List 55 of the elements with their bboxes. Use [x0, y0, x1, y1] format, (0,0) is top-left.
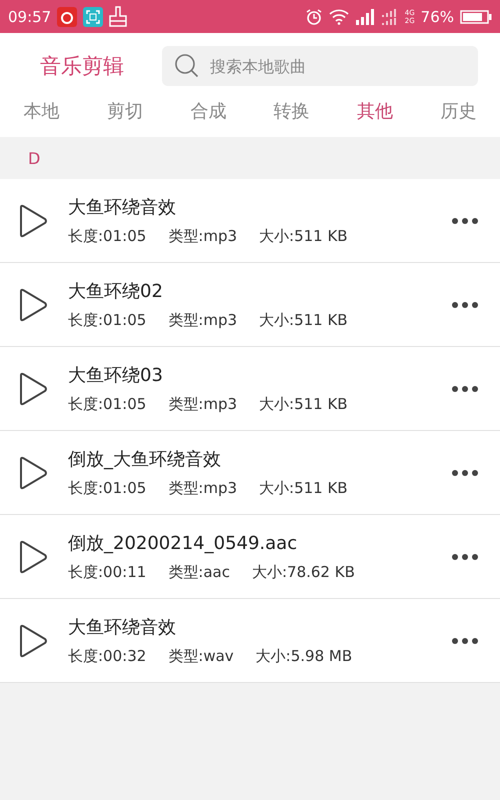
song-title: 大鱼环绕音效: [68, 616, 177, 639]
song-length: 长度:01:05: [68, 227, 146, 246]
brush-icon: [109, 6, 128, 28]
song-type: 类型:mp3: [168, 311, 238, 330]
tab[interactable]: 其他: [356, 99, 393, 129]
signal-icon: [380, 8, 399, 24]
song-type: 类型:mp3: [168, 227, 238, 246]
tab[interactable]: 剪切: [106, 99, 143, 129]
wifi-icon: [328, 8, 349, 24]
play-icon[interactable]: [18, 624, 48, 658]
play-icon[interactable]: [18, 456, 48, 490]
song-type: 类型:aac: [168, 563, 230, 582]
song-type: 类型:wav: [168, 647, 234, 666]
song-row[interactable]: 大鱼环绕02 长度:01:05 类型:mp3 大小:511 KB: [0, 263, 500, 347]
song-type: 类型:mp3: [168, 479, 238, 498]
tab[interactable]: 转换: [274, 99, 310, 129]
song-size: 大小:511 KB: [259, 227, 348, 246]
song-row[interactable]: 大鱼环绕音效 长度:01:05 类型:mp3 大小:511 KB: [0, 179, 500, 263]
song-title: 倒放_20200214_0549.aac: [68, 532, 298, 555]
song-row[interactable]: 大鱼环绕音效 长度:00:32 类型:wav 大小:5.98 MB: [0, 599, 500, 683]
song-title: 大鱼环绕音效: [68, 196, 177, 219]
song-type: 类型:mp3: [168, 395, 238, 414]
tab[interactable]: 本地: [24, 99, 60, 129]
song-size: 大小:5.98 MB: [256, 647, 352, 666]
tab[interactable]: 合成: [190, 99, 226, 129]
alarm-icon: [304, 8, 323, 26]
song-row[interactable]: 大鱼环绕03 长度:01:05 类型:mp3 大小:511 KB: [0, 347, 500, 431]
song-size: 大小:78.62 KB: [252, 563, 355, 582]
song-length: 长度:01:05: [68, 479, 146, 498]
song-size: 大小:511 KB: [259, 395, 348, 414]
battery-icon: [460, 10, 492, 24]
search-field[interactable]: 搜索本地歌曲: [162, 46, 478, 86]
song-row[interactable]: 倒放_大鱼环绕音效 长度:01:05 类型:mp3 大小:511 KB: [0, 431, 500, 515]
play-icon[interactable]: [18, 540, 48, 574]
song-size: 大小:511 KB: [259, 311, 348, 330]
play-icon[interactable]: [18, 204, 48, 238]
song-length: 长度:01:05: [68, 395, 146, 414]
play-icon[interactable]: [18, 372, 48, 406]
tab[interactable]: 历史: [440, 99, 476, 129]
app-title: 音乐剪辑: [40, 53, 124, 80]
song-title: 倒放_大鱼环绕音效: [68, 448, 222, 471]
song-title: 大鱼环绕02: [68, 280, 164, 303]
play-icon[interactable]: [18, 288, 48, 322]
song-length: 长度:00:32: [68, 647, 146, 666]
song-length: 长度:00:11: [68, 563, 146, 582]
section-header: D: [27, 148, 42, 170]
battery-percent: 76%: [420, 8, 454, 26]
app-icon: [57, 6, 78, 26]
song-length: 长度:01:05: [68, 311, 146, 330]
song-title: 大鱼环绕03: [68, 364, 164, 387]
song-row[interactable]: 倒放_20200214_0549.aac 长度:00:11 类型:aac 大小:78.62 KB: [0, 515, 500, 599]
scan-icon: [83, 6, 104, 26]
song-size: 大小:511 KB: [259, 479, 348, 498]
signal-icon: [354, 8, 375, 24]
clock: 09:57: [8, 8, 52, 26]
